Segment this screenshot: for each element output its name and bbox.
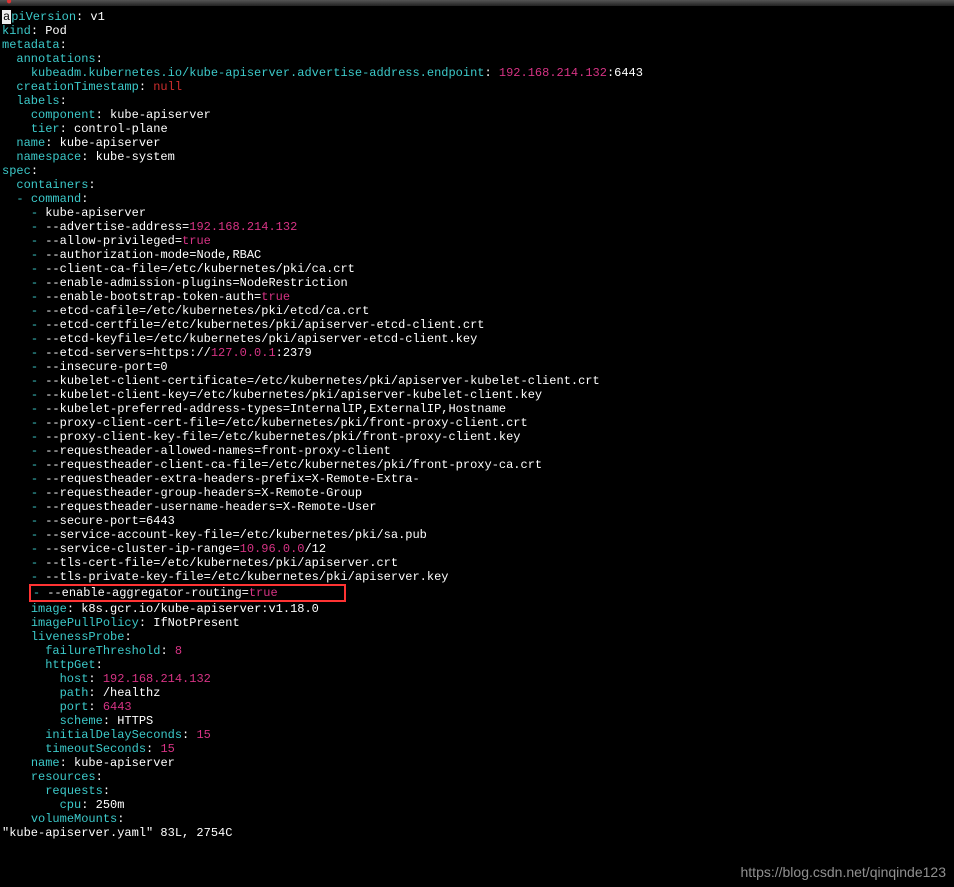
- watermark: https://blog.csdn.net/qinqinde123: [741, 865, 947, 879]
- vim-status-line: "kube-apiserver.yaml" 83L, 2754C: [2, 826, 232, 840]
- highlighted-line: - --enable-aggregator-routing=true: [29, 584, 347, 602]
- window-title-bar: ●: [0, 0, 954, 6]
- cursor: a: [2, 10, 11, 24]
- terminal-editor[interactable]: apiVersion: v1 kind: Pod metadata: annot…: [2, 10, 952, 840]
- close-icon: ●: [6, 0, 12, 10]
